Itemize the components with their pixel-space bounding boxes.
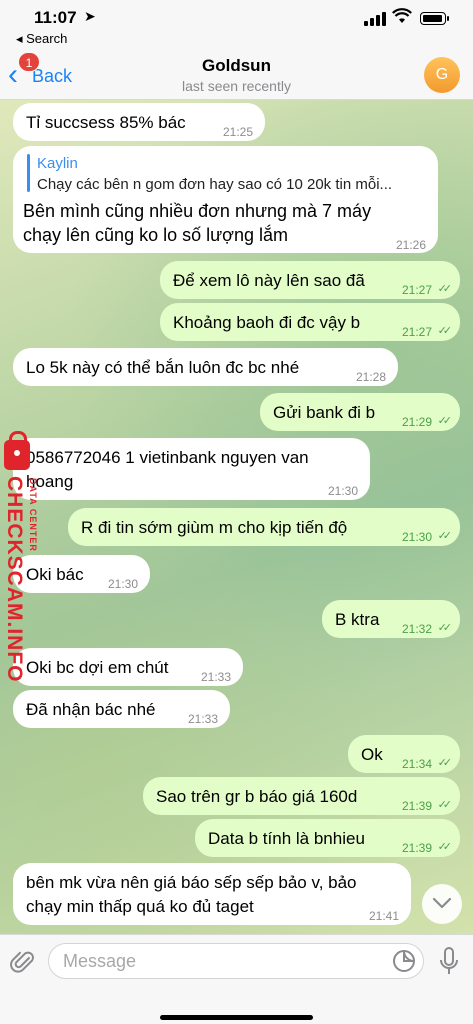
composer-bar	[0, 934, 473, 1024]
message-time: 21:39	[401, 841, 432, 855]
chat-history[interactable]: Tỉ succsess 85% bác 21:25 Kaylin Chạy cá…	[0, 100, 473, 934]
scroll-to-bottom-button[interactable]	[422, 884, 462, 924]
message-time: 21:30	[327, 484, 358, 498]
message-in[interactable]: bên mk vừa nên giá báo sếp sếp bảo v, bả…	[13, 863, 411, 925]
double-check-icon: ✓✓	[437, 530, 453, 542]
double-check-icon: ✓✓	[437, 283, 453, 295]
message-out[interactable]: Để xem lô này lên sao đã 21:27 ✓✓	[160, 261, 460, 299]
watermark-subtext: DATA CENTER	[28, 478, 38, 552]
lock-icon	[4, 431, 30, 470]
message-time: 21:33	[187, 712, 218, 726]
message-time: 21:27	[401, 283, 432, 297]
message-text: Gửi bank đi b	[273, 403, 376, 422]
chevron-down-icon	[432, 897, 452, 909]
message-time: 21:33	[200, 670, 231, 684]
message-out[interactable]: B ktra 21:32 ✓✓	[322, 600, 460, 638]
back-to-search-link[interactable]: ◂ Search	[16, 31, 67, 47]
message-in[interactable]: Kaylin Chạy các bên n gom đơn hay sao có…	[13, 146, 438, 253]
message-out[interactable]: Sao trên gr b báo giá 160d 21:39 ✓✓	[143, 777, 460, 815]
message-in[interactable]: Oki bc dợi em chút 21:33	[13, 648, 243, 686]
microphone-icon[interactable]	[438, 947, 460, 977]
battery-tip	[447, 16, 449, 21]
double-check-icon: ✓✓	[437, 841, 453, 853]
message-text-line1: 0586772046 1 vietinbank nguyen van	[26, 448, 309, 467]
double-check-icon: ✓✓	[437, 415, 453, 427]
message-text: Để xem lô này lên sao đã	[173, 271, 365, 290]
message-text: Oki bc dợi em chút	[26, 658, 169, 677]
signal-icon	[364, 12, 386, 26]
message-text-line1: bên mk vừa nên giá báo sếp sếp bảo v, bả…	[26, 873, 357, 892]
message-out[interactable]: Ok 21:34 ✓✓	[348, 735, 460, 773]
message-time: 21:28	[355, 370, 386, 384]
message-in[interactable]: 0586772046 1 vietinbank nguyen van hoang…	[13, 438, 370, 500]
message-time: 21:26	[395, 238, 426, 252]
chat-header: ‹ Back 1 Goldsun last seen recently G	[0, 50, 473, 100]
message-out[interactable]: Gửi bank đi b 21:29 ✓✓	[260, 393, 460, 431]
double-check-icon: ✓✓	[437, 622, 453, 634]
message-time: 21:25	[222, 125, 253, 139]
message-time: 21:41	[368, 909, 399, 923]
message-text: Tỉ succsess 85% bác	[26, 113, 186, 132]
message-time: 21:34	[401, 757, 432, 771]
watermark-text: CHECKSCAM.INFO	[3, 476, 26, 683]
message-text: Sao trên gr b báo giá 160d	[156, 787, 358, 806]
reply-quote-bar	[27, 154, 30, 192]
message-text-line2: chạy lên cũng ko lo số lượng lắm	[23, 225, 288, 245]
reply-author[interactable]: Kaylin	[37, 153, 78, 175]
message-text: Khoảng baoh đi đc vậy b	[173, 313, 361, 332]
double-check-icon: ✓✓	[437, 325, 453, 337]
home-indicator	[160, 1015, 313, 1020]
message-out[interactable]: R đi tin sớm giùm m cho kịp tiến độ 21:3…	[68, 508, 460, 546]
message-time: 21:30	[401, 530, 432, 544]
message-time: 21:27	[401, 325, 432, 339]
sticker-icon[interactable]	[392, 949, 416, 973]
message-time: 21:29	[401, 415, 432, 429]
paperclip-icon[interactable]	[10, 949, 36, 975]
message-text: Lo 5k này có thể bắn luôn đc bc nhé	[26, 358, 300, 377]
message-text-line1: Bên mình cũng nhiều đơn nhưng mà 7 máy	[23, 201, 372, 221]
message-text: Ok	[361, 745, 383, 764]
battery-icon	[420, 12, 446, 25]
watermark: CHECKSCAM.INFO DATA CENTER	[0, 431, 45, 683]
message-out[interactable]: Data b tính là bnhieu 21:39 ✓✓	[195, 819, 460, 857]
message-out[interactable]: Khoảng baoh đi đc vậy b 21:27 ✓✓	[160, 303, 460, 341]
double-check-icon: ✓✓	[437, 757, 453, 769]
message-text: R đi tin sớm giùm m cho kịp tiến độ	[81, 518, 348, 537]
message-time: 21:30	[107, 577, 138, 591]
message-in[interactable]: Tỉ succsess 85% bác 21:25	[13, 103, 265, 141]
status-time: 11:07	[34, 8, 77, 27]
chat-status: last seen recently	[182, 78, 291, 94]
message-input[interactable]	[48, 943, 424, 979]
message-text: Đã nhận bác nhé	[26, 700, 156, 719]
message-text: B ktra	[335, 610, 380, 629]
message-in[interactable]: Lo 5k này có thể bắn luôn đc bc nhé 21:2…	[13, 348, 398, 386]
message-time: 21:32	[401, 622, 432, 636]
message-in[interactable]: Đã nhận bác nhé 21:33	[13, 690, 230, 728]
message-time: 21:39	[401, 799, 432, 813]
reply-snippet[interactable]: Chạy các bên n gom đơn hay sao có 10 20k…	[37, 174, 392, 196]
chat-title[interactable]: Goldsun	[0, 56, 473, 76]
status-bar: 11:07 ➤ ◂ Search	[0, 0, 473, 50]
wifi-icon	[392, 8, 412, 29]
double-check-icon: ✓✓	[437, 799, 453, 811]
message-text: Data b tính là bnhieu	[208, 829, 365, 848]
message-text-line2: chạy min thấp quá ko đủ taget	[26, 897, 254, 916]
location-arrow-icon: ➤	[84, 8, 96, 24]
avatar[interactable]: G	[424, 57, 460, 93]
